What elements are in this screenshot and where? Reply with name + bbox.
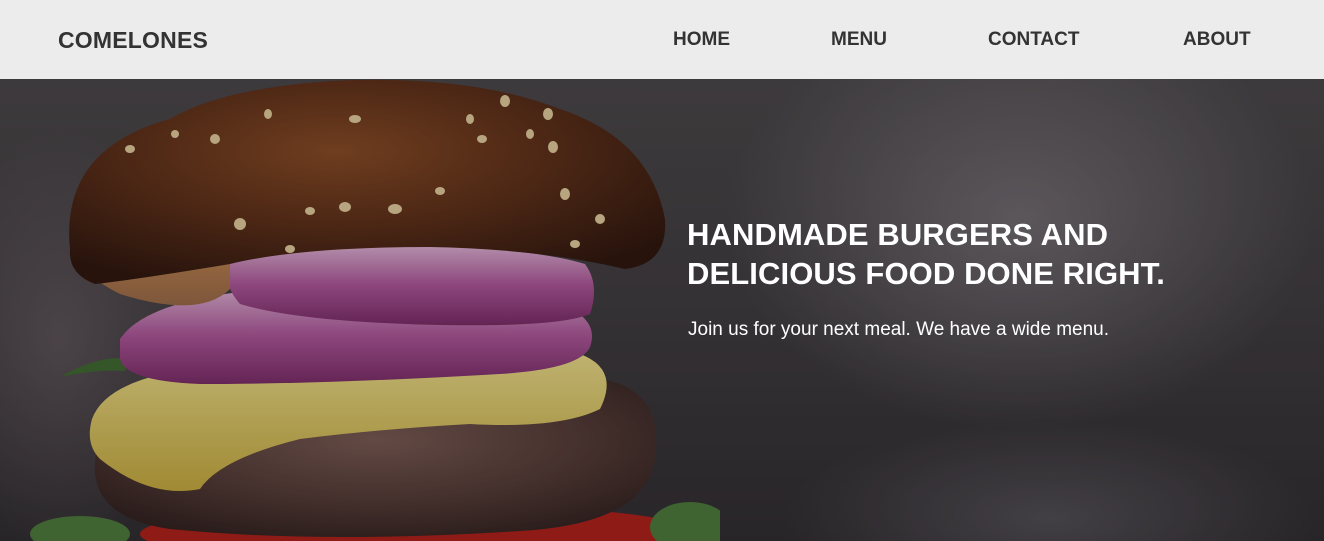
hero-section: HANDMADE BURGERS AND DELICIOUS FOOD DONE … [0,79,1324,541]
nav-contact[interactable]: CONTACT [988,29,1079,51]
nav-home[interactable]: HOME [673,29,730,51]
hero-title-line1: HANDMADE BURGERS AND [687,217,1109,252]
hero-title-line2: DELICIOUS FOOD DONE RIGHT. [687,256,1165,291]
hero-subtitle: Join us for your next meal. We have a wi… [688,319,1110,340]
main-nav: HOME MENU CONTACT ABOUT [0,29,1324,51]
nav-menu[interactable]: MENU [831,29,887,51]
hero-overlay [0,79,1324,541]
hero-title: HANDMADE BURGERS AND DELICIOUS FOOD DONE … [687,215,1247,293]
site-header: COMELONES HOME MENU CONTACT ABOUT [0,0,1324,79]
nav-about[interactable]: ABOUT [1183,29,1251,51]
